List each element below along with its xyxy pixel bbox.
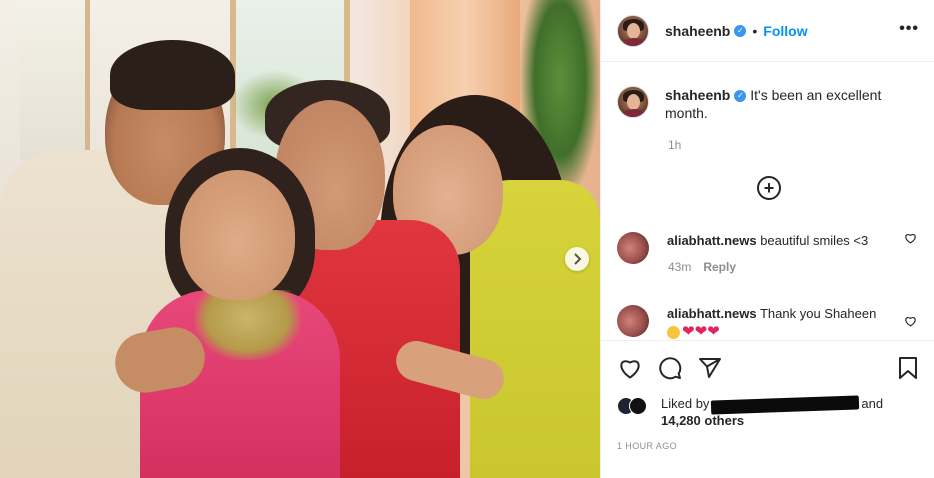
post-side-panel: shaheenb ✓ • Follow ••• shaheenb ✓ It's b…	[600, 0, 934, 478]
follow-button[interactable]: Follow	[763, 23, 807, 39]
commenter-avatar[interactable]	[617, 232, 649, 264]
like-button[interactable]	[617, 355, 643, 381]
heart-icon	[620, 360, 640, 379]
likes-text: Liked by and 14,280 others	[661, 394, 884, 429]
share-button[interactable]	[697, 355, 723, 381]
liked-by-and: and	[861, 396, 884, 411]
comment-item: aliabhatt.news beautiful smiles <3 43m Re…	[617, 232, 917, 274]
reply-button[interactable]: Reply	[703, 260, 736, 274]
commenter-avatar[interactable]	[617, 305, 649, 337]
photo-necklace	[195, 290, 300, 360]
verified-badge-icon: ✓	[734, 90, 747, 103]
caption-time: 1h	[668, 138, 682, 152]
liked-by-prefix: Liked by	[661, 396, 710, 411]
comment-icon	[659, 357, 682, 380]
comment-username[interactable]: aliabhatt.news	[667, 306, 757, 321]
likes-count[interactable]: 14,280 others	[661, 413, 744, 428]
comment-text: beautiful smiles <3	[760, 233, 869, 248]
post-actions: Liked by and 14,280 others 1 HOUR AGO	[601, 340, 934, 470]
comment-time: 43m	[668, 260, 692, 274]
add-circle-icon[interactable]: +	[757, 176, 781, 200]
comment-text: Thank you Shaheen	[759, 306, 877, 321]
verified-badge-icon: ✓	[734, 24, 747, 37]
caption-text-block: shaheenb ✓ It's been an excellent month.	[665, 86, 917, 122]
red-heart-emoji-icon: ❤	[707, 323, 720, 340]
author-username[interactable]: shaheenb	[665, 23, 730, 39]
comment-meta: 43m Reply	[668, 260, 736, 274]
comment-item: aliabhatt.news Thank you Shaheen ❤❤❤	[617, 305, 917, 341]
smiling-face-emoji-icon	[667, 326, 680, 340]
red-heart-emoji-icon: ❤	[694, 323, 708, 340]
redacted-username	[711, 394, 860, 415]
photo-person-2-head	[180, 170, 295, 300]
header-dot-separator: •	[752, 22, 758, 39]
post-timestamp: 1 HOUR AGO	[617, 441, 678, 451]
more-options-icon[interactable]: •••	[899, 20, 919, 38]
next-photo-button[interactable]	[565, 247, 589, 271]
comment-username[interactable]: aliabhatt.news	[667, 233, 757, 248]
photo-person-1-hair	[110, 40, 235, 110]
comment-like-heart-icon[interactable]	[904, 232, 917, 244]
comment-button[interactable]	[657, 355, 683, 381]
share-icon	[699, 358, 721, 378]
comment-text-block: aliabhatt.news Thank you Shaheen ❤❤❤	[667, 305, 876, 341]
chevron-right-icon	[574, 253, 582, 265]
caption-author-avatar[interactable]	[617, 86, 649, 118]
comment-like-heart-icon[interactable]	[904, 315, 917, 327]
post-header: shaheenb ✓ • Follow •••	[601, 0, 934, 62]
bookmark-icon	[899, 357, 917, 379]
red-heart-emoji-icon: ❤	[682, 323, 695, 340]
post-photo[interactable]	[0, 0, 600, 478]
likes-summary: Liked by and 14,280 others	[617, 394, 884, 429]
save-button[interactable]	[895, 355, 921, 381]
photo-window-left	[20, 0, 90, 160]
post-caption: shaheenb ✓ It's been an excellent month.	[617, 86, 917, 122]
liked-by-avatars[interactable]	[617, 395, 655, 417]
author-avatar[interactable]	[617, 14, 649, 47]
caption-username[interactable]: shaheenb	[665, 87, 730, 103]
